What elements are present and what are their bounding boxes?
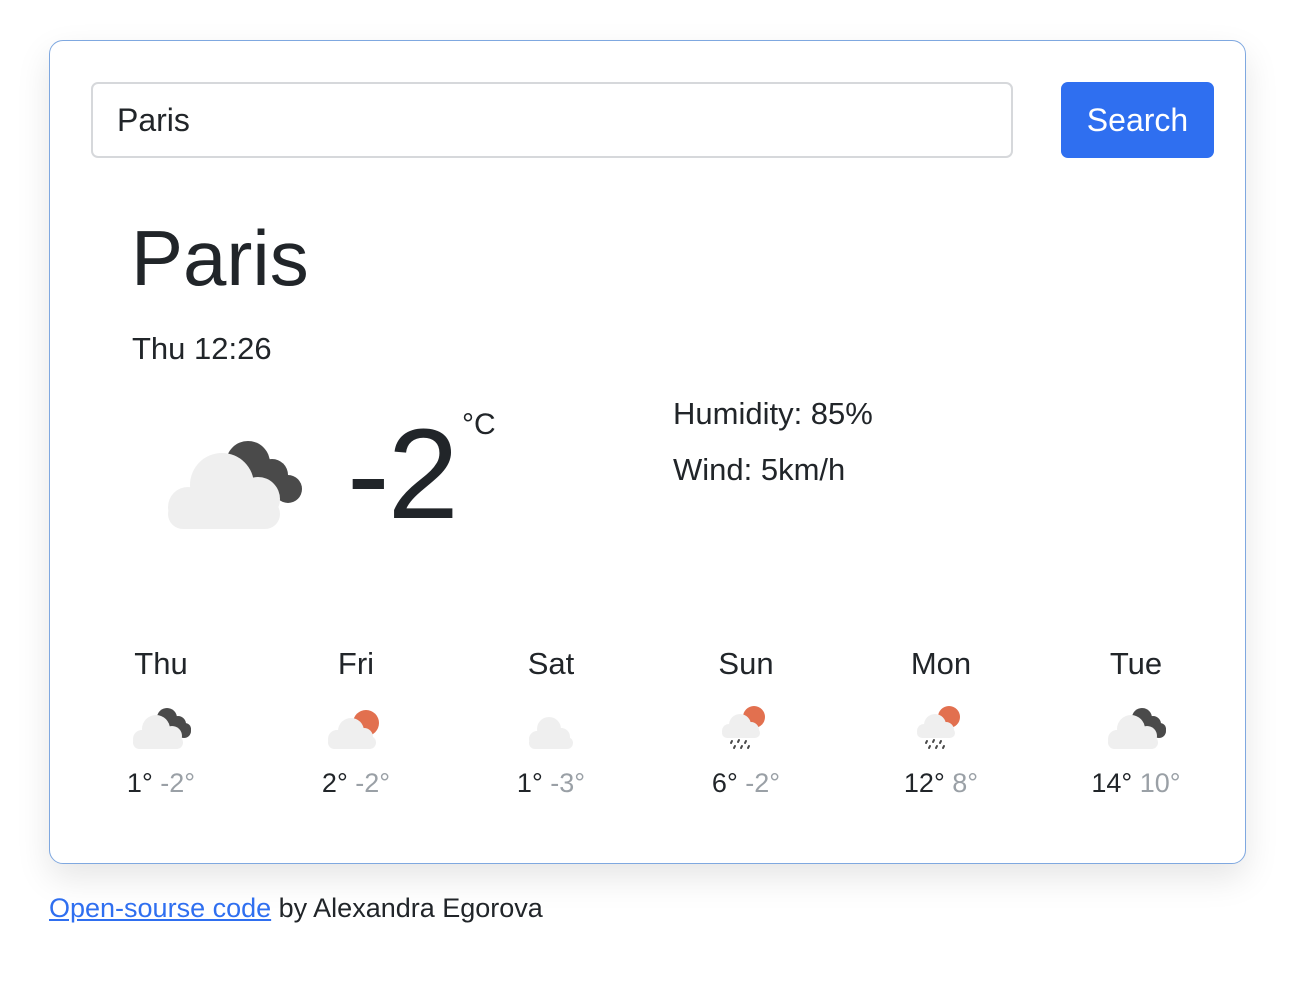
- forecast-max: 6°: [711, 768, 738, 798]
- forecast-day-name: Tue: [1109, 646, 1163, 681]
- temperature-unit[interactable]: °C: [462, 407, 496, 443]
- partly-cloudy-sun-icon: [328, 710, 379, 749]
- forecast-max: 14°: [1091, 768, 1133, 798]
- forecast-day-name: Sun: [718, 646, 774, 681]
- forecast-max: 1°: [126, 768, 153, 798]
- wind-text: Wind: 5km/h: [673, 452, 846, 487]
- forecast-min: -3°: [550, 768, 586, 798]
- humidity-text: Humidity: 85%: [673, 396, 873, 431]
- forecast-day: Thu 1° -2°: [81, 645, 241, 799]
- cloudy-dark-cloud-icon: [1108, 708, 1166, 749]
- city-search-input[interactable]: [91, 82, 1013, 158]
- rain-sun-cloud-icon: [917, 706, 960, 749]
- forecast-min: -2°: [745, 768, 781, 798]
- forecast-day-name: Fri: [337, 646, 375, 681]
- forecast-day: Mon 12° 8°: [861, 645, 1021, 799]
- current-datetime: Thu 12:26: [132, 331, 272, 366]
- forecast-temps: 1° -3°: [471, 767, 631, 799]
- weather-card: Search Paris Thu 12:26 -2 °C Humidity: 8…: [49, 40, 1246, 864]
- forecast-max: 2°: [321, 768, 348, 798]
- cloudy-dark-cloud-icon: [133, 708, 191, 749]
- cloudy-dark-cloud-icon: [168, 441, 302, 529]
- source-code-link[interactable]: Open-sourse code: [49, 893, 271, 923]
- forecast-temps: 2° -2°: [276, 767, 436, 799]
- forecast-day: Sat 1° -3°: [471, 645, 631, 799]
- forecast-min: -2°: [160, 768, 196, 798]
- current-temperature: -2: [347, 403, 459, 546]
- city-name: Paris: [131, 214, 309, 302]
- forecast-day-name: Thu: [134, 646, 188, 681]
- forecast-min: -2°: [355, 768, 391, 798]
- forecast-day-name: Sat: [527, 646, 575, 681]
- forecast-day-name: Mon: [910, 646, 972, 681]
- forecast-max: 1°: [516, 768, 543, 798]
- forecast-min: 10°: [1139, 768, 1181, 798]
- weather-details: Humidity: 85% Wind: 5km/h: [673, 386, 873, 498]
- cloud-icon: [529, 717, 573, 749]
- forecast-max: 12°: [903, 768, 945, 798]
- forecast-temps: 12° 8°: [861, 767, 1021, 799]
- rain-sun-cloud-icon: [722, 706, 765, 749]
- forecast-day: Sun 6° -2°: [666, 645, 826, 799]
- forecast-temps: 6° -2°: [666, 767, 826, 799]
- search-button[interactable]: Search: [1061, 82, 1214, 158]
- footer-author-text: by Alexandra Egorova: [271, 893, 543, 923]
- footer: Open-sourse code by Alexandra Egorova: [49, 890, 543, 926]
- forecast-day: Tue 14° 10°: [1056, 645, 1216, 799]
- forecast-day: Fri 2° -2°: [276, 645, 436, 799]
- forecast-temps: 14° 10°: [1056, 767, 1216, 799]
- forecast-min: 8°: [952, 768, 979, 798]
- forecast-temps: 1° -2°: [81, 767, 241, 799]
